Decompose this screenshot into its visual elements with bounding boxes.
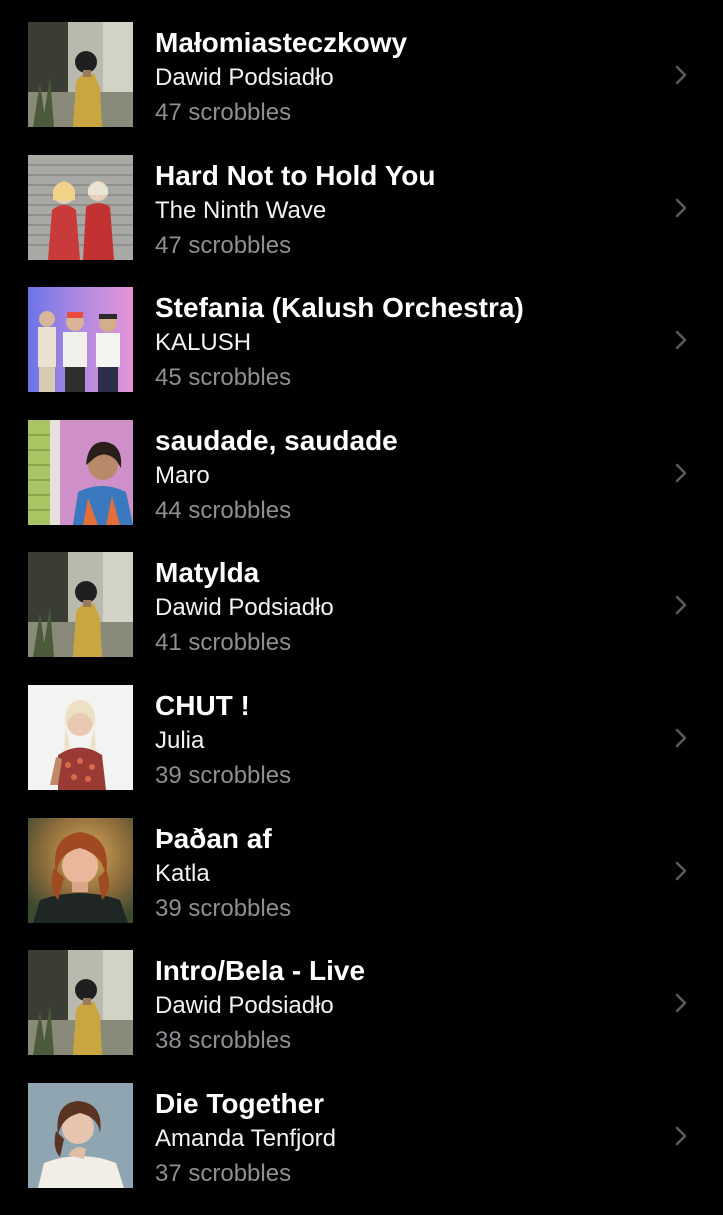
track-scrobbles: 47 scrobbles — [155, 99, 292, 126]
track-scrobbles: 45 scrobbles — [155, 364, 292, 391]
track-artist: Maro — [155, 462, 210, 489]
track-title: Intro/Bela - Live — [155, 955, 366, 986]
track-scrobbles: 39 scrobbles — [155, 895, 292, 922]
track-artist: The Ninth Wave — [155, 197, 327, 224]
track-title: Hard Not to Hold You — [155, 160, 436, 191]
track-row[interactable]: Stefania (Kalush Orchestra) KALUSH 45 sc… — [0, 287, 723, 419]
track-row[interactable]: Intro/Bela - Live Dawid Podsiadło 38 scr… — [0, 950, 723, 1082]
track-title: Stefania (Kalush Orchestra) — [155, 292, 524, 323]
track-row[interactable]: Matylda Dawid Podsiadło 41 scrobbles — [0, 552, 723, 684]
track-artist: Dawid Podsiadło — [155, 992, 334, 1019]
track-scrobbles: 44 scrobbles — [155, 497, 292, 524]
album-artwork — [28, 22, 133, 127]
track-artist: Amanda Tenfjord — [155, 1125, 337, 1152]
chevron-right-icon — [671, 726, 691, 750]
track-list: Małomiasteczkowy Dawid Podsiadło 47 scro… — [0, 0, 723, 1200]
chevron-right-icon — [671, 196, 691, 220]
album-artwork — [28, 818, 133, 923]
track-title: CHUT ! — [155, 690, 250, 721]
track-title: Małomiasteczkowy — [155, 27, 408, 58]
album-artwork — [28, 552, 133, 657]
chevron-right-icon — [671, 991, 691, 1015]
track-title: Matylda — [155, 557, 260, 588]
track-title: Die Together — [155, 1088, 325, 1119]
track-row[interactable]: saudade, saudade Maro 44 scrobbles — [0, 420, 723, 552]
track-title: Þaðan af — [155, 823, 272, 854]
track-row[interactable]: Hard Not to Hold You The Ninth Wave 47 s… — [0, 155, 723, 287]
track-scrobbles: 41 scrobbles — [155, 629, 292, 656]
album-artwork — [28, 685, 133, 790]
track-row[interactable]: Die Together Amanda Tenfjord 37 scrobble… — [0, 1083, 723, 1215]
track-artist: Katla — [155, 860, 210, 887]
chevron-right-icon — [671, 859, 691, 883]
track-row[interactable]: CHUT ! Julia 39 scrobbles — [0, 685, 723, 817]
track-scrobbles: 39 scrobbles — [155, 762, 292, 789]
track-row[interactable]: Małomiasteczkowy Dawid Podsiadło 47 scro… — [0, 22, 723, 154]
track-artist: Julia — [155, 727, 205, 754]
album-artwork — [28, 420, 133, 525]
track-artist: Dawid Podsiadło — [155, 64, 334, 91]
track-artist: Dawid Podsiadło — [155, 594, 334, 621]
album-artwork — [28, 1083, 133, 1188]
track-artist: KALUSH — [155, 329, 252, 356]
track-scrobbles: 38 scrobbles — [155, 1027, 292, 1054]
track-scrobbles: 47 scrobbles — [155, 232, 292, 259]
track-row[interactable]: Þaðan af Katla 39 scrobbles — [0, 818, 723, 950]
album-artwork — [28, 287, 133, 392]
chevron-right-icon — [671, 461, 691, 485]
chevron-right-icon — [671, 63, 691, 87]
track-scrobbles: 37 scrobbles — [155, 1160, 292, 1187]
chevron-right-icon — [671, 593, 691, 617]
track-title: saudade, saudade — [155, 425, 398, 456]
album-artwork — [28, 950, 133, 1055]
chevron-right-icon — [671, 1124, 691, 1148]
chevron-right-icon — [671, 328, 691, 352]
album-artwork — [28, 155, 133, 260]
